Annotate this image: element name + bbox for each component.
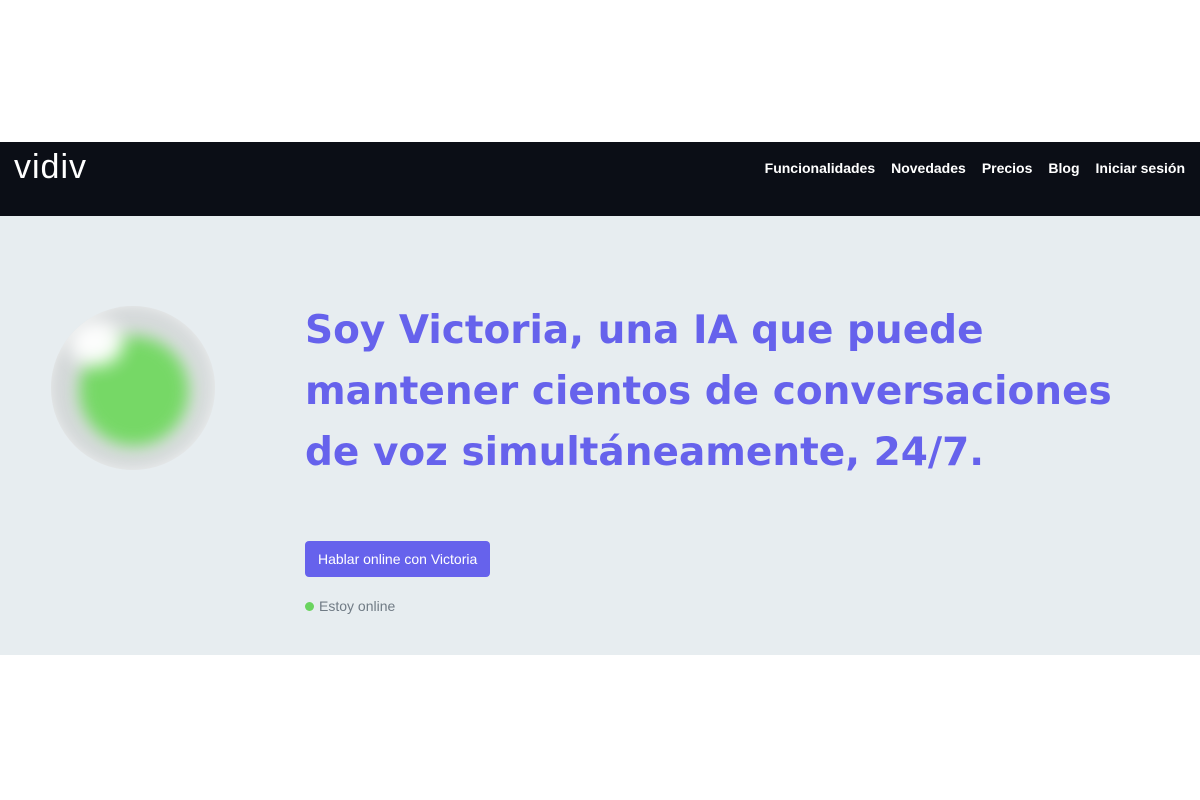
status-dot-icon	[305, 601, 314, 611]
nav-link-blog[interactable]: Blog	[1048, 159, 1079, 177]
nav-link-login[interactable]: Iniciar sesión	[1096, 159, 1185, 177]
page: vidiv Funcionalidades Novedades Precios …	[0, 0, 1200, 800]
brand-logo[interactable]: vidiv	[14, 150, 87, 184]
hero-section: Soy Victoria, una IA que puede mantener …	[0, 216, 1200, 655]
nav-link-funcionalidades[interactable]: Funcionalidades	[765, 159, 875, 177]
nav-link-novedades[interactable]: Novedades	[891, 159, 966, 177]
top-navbar: vidiv Funcionalidades Novedades Precios …	[0, 142, 1200, 216]
online-status: Estoy online	[305, 597, 395, 615]
talk-to-victoria-button[interactable]: Hablar online con Victoria	[305, 541, 491, 577]
status-text: Estoy online	[319, 598, 396, 614]
orb-highlight	[69, 320, 123, 366]
hero-headline: Soy Victoria, una IA que puede mantener …	[305, 308, 1112, 475]
voice-orb-icon	[51, 306, 215, 470]
nav-link-precios[interactable]: Precios	[982, 159, 1033, 177]
nav-menu: Funcionalidades Novedades Precios Blog I…	[765, 159, 1185, 177]
